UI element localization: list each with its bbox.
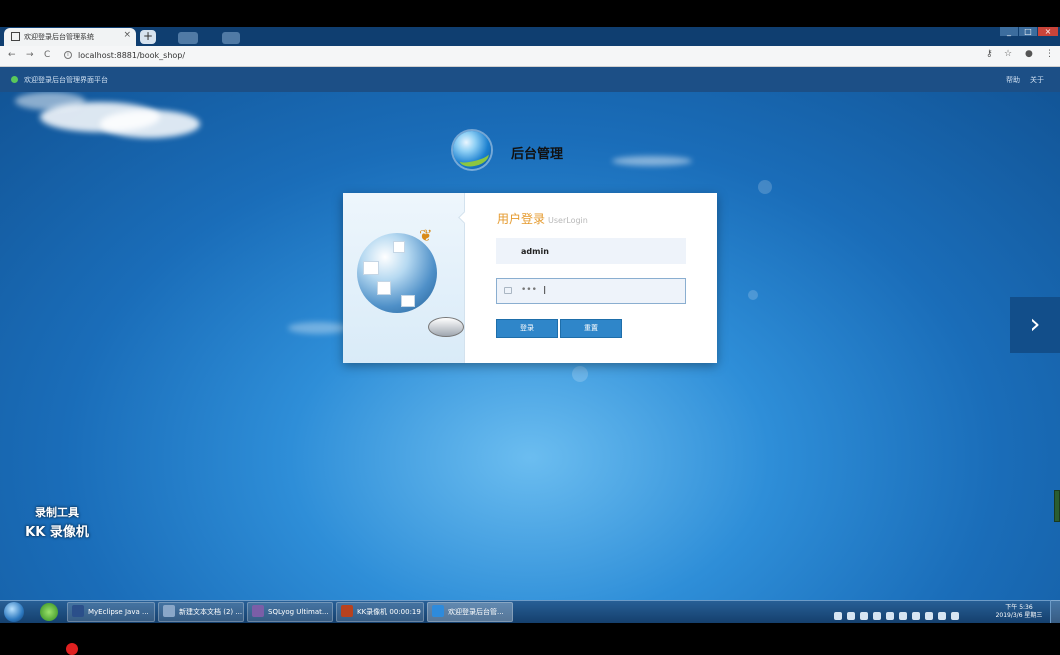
about-link[interactable]: 关于 [1030, 75, 1044, 85]
menu-icon[interactable]: ⋮ [1045, 49, 1054, 59]
username-input[interactable] [496, 238, 686, 264]
status-dot-icon [11, 76, 18, 83]
login-illustration: ❦ [343, 193, 465, 363]
light-orb [572, 366, 588, 382]
chrome-icon [432, 605, 444, 617]
taskbar-item[interactable]: KK录像机 00:00:19 [336, 602, 424, 622]
taskbar-item[interactable]: SQLyog Ultimat... [247, 602, 333, 622]
show-desktop-button[interactable] [1050, 600, 1060, 623]
address-bar: ← → C i localhost:8881/book_shop/ ⚷ ☆ ● … [0, 46, 1060, 67]
system-tray [834, 605, 994, 620]
bookmark-star-icon[interactable]: ☆ [1004, 49, 1012, 59]
tray-icon[interactable] [860, 612, 868, 620]
tray-icon[interactable] [938, 612, 946, 620]
login-heading: 用户登录 UserLogin [497, 210, 588, 227]
ghost-tab-icon [178, 32, 198, 44]
reset-button[interactable]: 重置 [560, 319, 622, 338]
close-window-button[interactable]: × [1038, 27, 1058, 36]
minimize-button[interactable]: _ [1000, 27, 1018, 36]
watermark-line2: KK 录像机 [25, 525, 89, 540]
browser-tab[interactable]: 欢迎登录后台管理系统 × [4, 28, 136, 46]
text-cursor-icon: I [543, 284, 547, 297]
butterfly-icon: ❦ [419, 226, 433, 245]
login-heading-sub: UserLogin [548, 216, 588, 225]
clock-date: 2019/3/6 星期三 [995, 612, 1043, 619]
tray-icon[interactable] [899, 612, 907, 620]
ghost-tab-icon [222, 32, 240, 44]
taskbar-item[interactable]: MyEclipse Java ... [67, 602, 155, 622]
brand-title: 后台管理 [511, 147, 564, 162]
cloud-decoration [612, 156, 692, 166]
lock-icon [504, 287, 512, 294]
taskbar-item[interactable]: 欢迎登录后台管... [427, 602, 513, 622]
tab-title: 欢迎登录后台管理系统 [24, 33, 94, 41]
recorder-watermark: 录制工具 KK 录像机 [18, 504, 96, 540]
tray-icon[interactable] [886, 612, 894, 620]
taskbar-clock[interactable]: 下午 5:36 2019/3/6 星期三 [994, 604, 1044, 620]
light-orb [758, 180, 772, 194]
password-value: ••• [521, 285, 537, 295]
tray-icon[interactable] [834, 612, 842, 620]
window-controls: _ □ × [1000, 27, 1060, 37]
brand-logo-icon [453, 131, 491, 170]
key-icon[interactable]: ⚷ [986, 49, 993, 59]
start-button[interactable] [4, 602, 24, 622]
watermark-line1: 录制工具 [35, 506, 79, 519]
windows-taskbar: MyEclipse Java ... 新建文本文档 (2) ... SQLyog… [0, 600, 1060, 624]
progress-marker-icon[interactable] [66, 643, 78, 655]
maximize-button[interactable]: □ [1019, 27, 1037, 36]
reload-icon[interactable]: C [44, 50, 50, 60]
help-link[interactable]: 帮助 [1006, 75, 1020, 85]
forward-icon[interactable]: → [26, 50, 34, 60]
tray-icon[interactable] [912, 612, 920, 620]
site-info-icon[interactable]: i [64, 51, 72, 59]
login-heading-text: 用户登录 [497, 212, 546, 226]
cloud-decoration [15, 92, 85, 110]
cloud-decoration [100, 110, 200, 138]
taskbar-item[interactable]: 新建文本文档 (2) ... [158, 602, 244, 622]
notepad-icon [163, 605, 175, 617]
tray-icon[interactable] [847, 612, 855, 620]
myeclipse-icon [72, 605, 84, 617]
tray-icon[interactable] [951, 612, 959, 620]
back-icon[interactable]: ← [8, 50, 16, 60]
sqlyog-icon [252, 605, 264, 617]
next-arrow-button[interactable]: › [1010, 297, 1060, 353]
puzzle-globe-icon [357, 233, 437, 313]
cloud-decoration [288, 322, 348, 334]
header-title: 欢迎登录后台管理界面平台 [24, 76, 108, 84]
page-favicon-icon [11, 32, 20, 41]
browser-tabstrip [0, 27, 1060, 46]
page-header: 欢迎登录后台管理界面平台 帮助 关于 [0, 67, 1060, 93]
new-tab-button[interactable]: + [140, 30, 156, 44]
login-button[interactable]: 登录 [496, 319, 558, 338]
clock-time: 下午 5:36 [1005, 604, 1033, 611]
url-text[interactable]: localhost:8881/book_shop/ [78, 51, 185, 60]
tray-icon[interactable] [925, 612, 933, 620]
computer-mouse-icon [428, 317, 464, 337]
side-gadget [1054, 490, 1060, 522]
password-input[interactable]: ••• I [496, 278, 686, 304]
light-orb [748, 290, 758, 300]
video-bottom-bar [0, 623, 1060, 650]
tray-icon[interactable] [873, 612, 881, 620]
account-icon[interactable]: ● [1025, 49, 1033, 59]
pinned-app-icon[interactable] [40, 603, 58, 621]
tab-close-icon[interactable]: × [123, 30, 131, 40]
login-panel: ❦ 用户登录UserLogin ••• I 登录 重置 [343, 193, 717, 363]
kk-recorder-icon [341, 605, 353, 617]
